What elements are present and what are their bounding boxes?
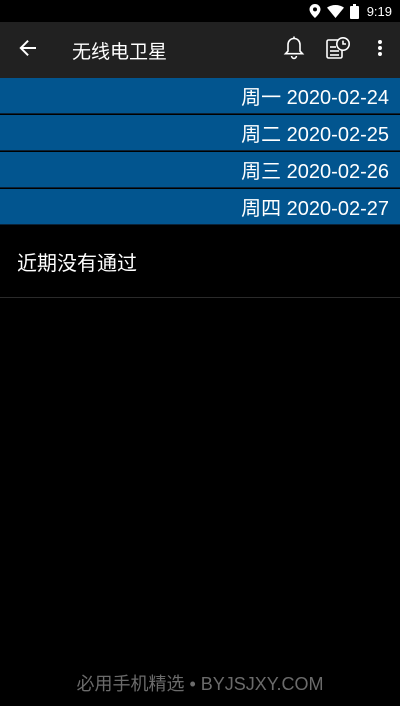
back-button[interactable] [0, 22, 56, 78]
date-row-wed[interactable]: 周三 2020-02-26 [0, 152, 400, 188]
battery-icon [349, 3, 359, 19]
watermark-text: 必用手机精选 • BYJSJXY.COM [76, 674, 324, 694]
location-icon [309, 4, 321, 18]
more-vert-icon [377, 39, 383, 61]
date-row-tue[interactable]: 周二 2020-02-25 [0, 115, 400, 151]
date-row-thu[interactable]: 周四 2020-02-27 [0, 189, 400, 225]
bell-icon [283, 36, 305, 64]
page-title: 无线电卫星 [72, 40, 168, 63]
no-passes-message: 近期没有通过 [0, 226, 400, 298]
schedule-icon [325, 36, 351, 64]
toolbar: 无线电卫星 [0, 22, 400, 78]
date-row-mon[interactable]: 周一 2020-02-24 [0, 78, 400, 114]
notification-button[interactable] [272, 22, 316, 78]
status-bar: 9:19 [0, 0, 400, 22]
schedule-button[interactable] [316, 22, 360, 78]
status-time: 9:19 [366, 3, 392, 19]
more-options-button[interactable] [360, 22, 400, 78]
back-arrow-icon [19, 39, 37, 61]
date-list: 周一 2020-02-24 周二 2020-02-25 周三 2020-02-2… [0, 78, 400, 225]
wifi-icon [326, 4, 344, 18]
